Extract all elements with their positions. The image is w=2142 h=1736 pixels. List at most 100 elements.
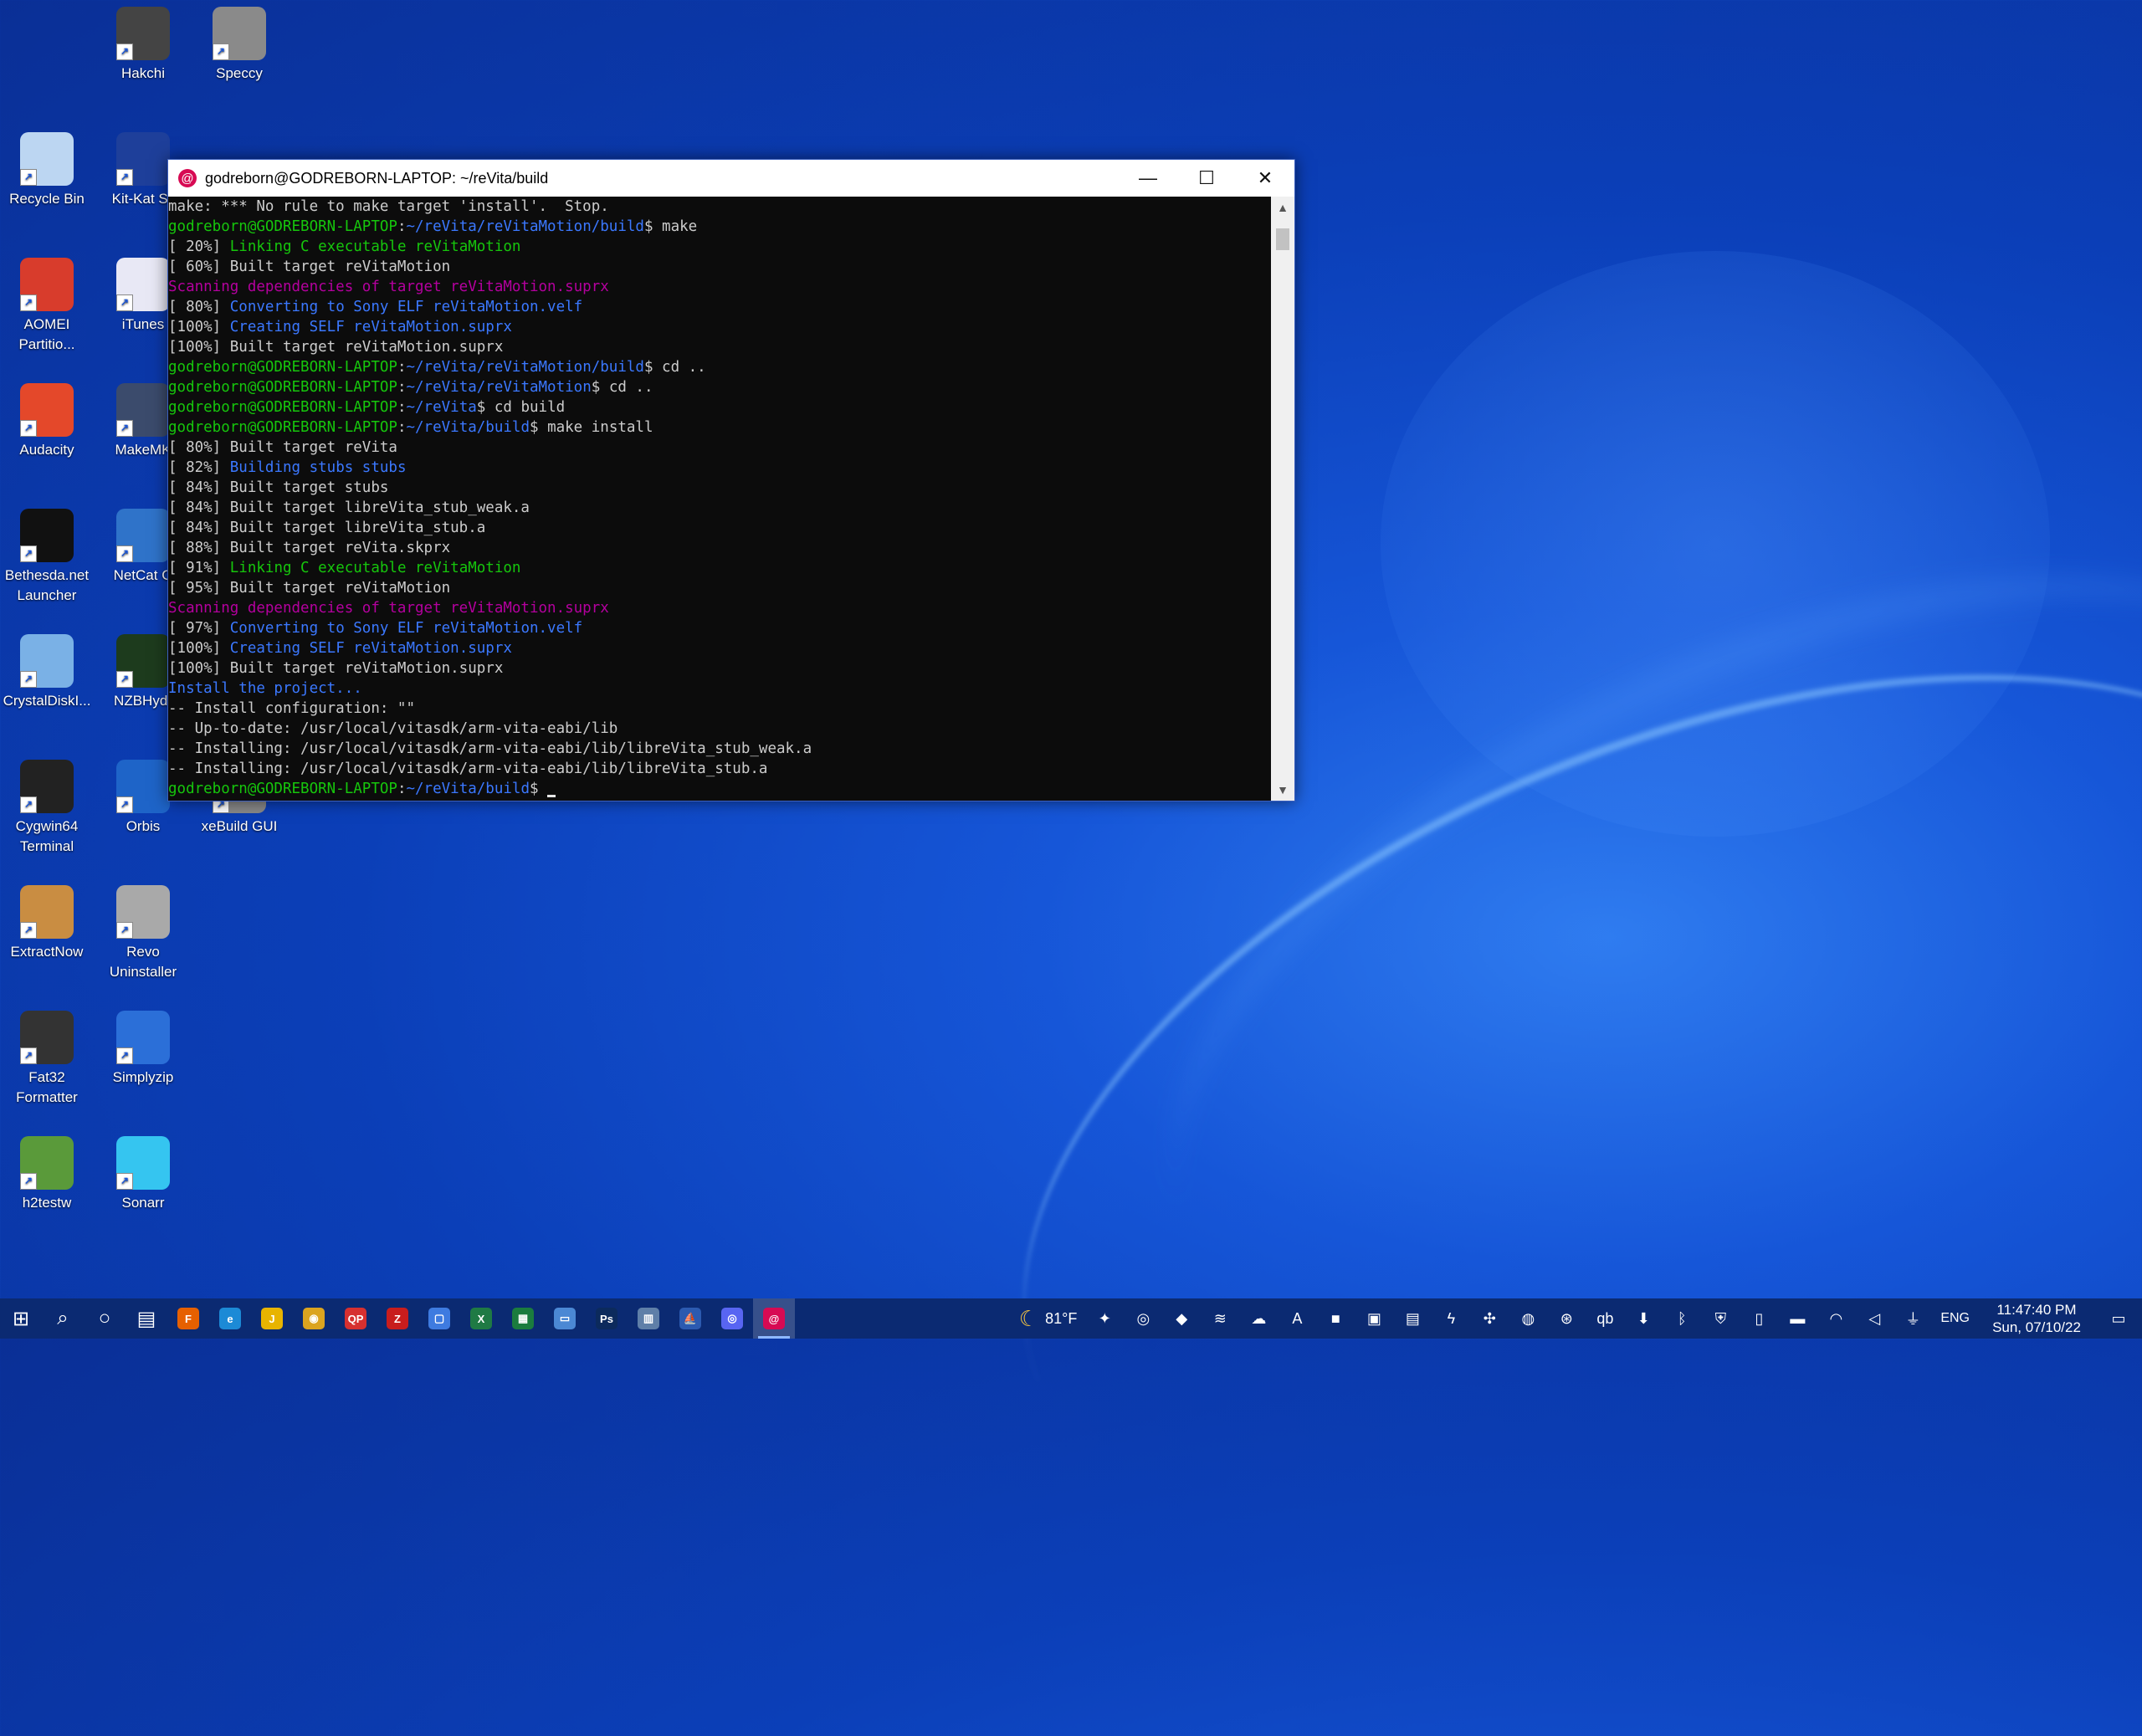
terminal-text-segment: godreborn@GODREBORN-LAPTOP (168, 419, 397, 436)
desktop-shortcut[interactable]: ↗ Simplyzip (96, 1011, 190, 1088)
discord-icon: ◎ (721, 1308, 743, 1329)
taskbar-app-button[interactable]: X (460, 1298, 502, 1339)
leaf-tray-icon[interactable]: ✦ (1085, 1298, 1124, 1339)
terminal-titlebar[interactable]: @ godreborn@GODREBORN-LAPTOP: ~/reVita/b… (168, 160, 1294, 197)
docker-tray-icon[interactable]: ≋ (1201, 1298, 1239, 1339)
lifebuoy-tray-icon[interactable]: ⊛ (1547, 1298, 1586, 1339)
terminal-text-segment: : (397, 419, 407, 436)
taskbar-app-button[interactable]: ○ (84, 1298, 126, 1339)
nvidia-tray-icon[interactable]: ◆ (1162, 1298, 1201, 1339)
shortcut-arrow-icon: ↗ (116, 1047, 133, 1064)
defender-tray-icon[interactable]: ⛨ (1701, 1298, 1740, 1339)
desktop-shortcut-label: ExtractNow (10, 944, 84, 960)
terminal-text-segment: godreborn@GODREBORN-LAPTOP (168, 218, 397, 235)
usb-tray-icon[interactable]: ⏚ (1893, 1298, 1932, 1339)
wifi-tray-icon[interactable]: ◠ (1817, 1298, 1855, 1339)
desktop-shortcut[interactable]: ↗ Revo Uninstaller (96, 885, 190, 982)
shortcut-arrow-icon: ↗ (213, 44, 229, 60)
taskbar-app-button[interactable]: ⛵ (669, 1298, 711, 1339)
shortcut-arrow-icon: ↗ (20, 1047, 37, 1064)
onedrive-tray-icon[interactable]: ☁ (1239, 1298, 1278, 1339)
taskbar-app-button[interactable]: ◉ (293, 1298, 335, 1339)
terminal-line: godreborn@GODREBORN-LAPTOP:~/reVita/reVi… (168, 377, 1271, 397)
desktop-shortcut[interactable]: ↗ Sonarr (96, 1136, 190, 1213)
taskbar-app-button[interactable]: ▤ (126, 1298, 167, 1339)
terminal-text-segment: Install the project... (168, 680, 362, 697)
terminal-text-segment: Scanning dependencies of target reVitaMo… (168, 600, 609, 617)
phone-tray-icon[interactable]: ▯ (1740, 1298, 1778, 1339)
taskbar-app-button[interactable]: ▥ (628, 1298, 669, 1339)
scroll-thumb[interactable] (1276, 228, 1289, 250)
terminal-text-segment: : (397, 379, 407, 396)
device-tray-icon[interactable]: ▤ (1393, 1298, 1432, 1339)
terminal-text-segment: [ 80%] (168, 299, 230, 315)
weather-widget[interactable]: ☾ 81°F (1011, 1306, 1086, 1332)
taskbar-app-button[interactable]: F (167, 1298, 209, 1339)
photoshop-icon: Ps (596, 1308, 617, 1329)
taskbar-app-button[interactable]: ▢ (418, 1298, 460, 1339)
desktop-shortcut[interactable]: ↗ AOMEI Partitio... (0, 258, 94, 355)
discord-tray-icon[interactable]: ◎ (1124, 1298, 1162, 1339)
terminal-scrollbar[interactable]: ▲ ▼ (1271, 197, 1294, 801)
download-tray-icon[interactable]: ⬇ (1624, 1298, 1663, 1339)
notification-icon[interactable]: ▭ (2095, 1298, 2142, 1339)
desktop-shortcut[interactable]: ↗ Speccy (192, 7, 286, 84)
scroll-up-arrow-icon[interactable]: ▲ (1271, 197, 1294, 218)
close-button[interactable]: ✕ (1236, 160, 1294, 197)
jdownloader-icon: J (261, 1308, 283, 1329)
taskbar-app-button[interactable]: Z (377, 1298, 418, 1339)
desktop-shortcut[interactable]: ↗ CrystalDiskI... (0, 634, 94, 711)
taskbar-app-button[interactable]: Ps (586, 1298, 628, 1339)
taskbar-app-button[interactable]: ▭ (544, 1298, 586, 1339)
ship-icon: ⛵ (679, 1308, 701, 1329)
terminal-line: [ 95%] Built target reVitaMotion (168, 578, 1271, 598)
system-tray: ☾ 81°F ✦ ◎ ◆ ≋ ☁ A ■ ▣ ▤ ϟ ✣ ◍ ⊛ qb ⬇ ᛒ ⛨ ▯ ▬ ◠ ◁ ⏚ ENG 11:47… (1011, 1298, 2142, 1339)
font-tray-icon[interactable]: A (1278, 1298, 1316, 1339)
drive-tray-icon[interactable]: ▣ (1355, 1298, 1393, 1339)
taskbar-app-button[interactable]: e (209, 1298, 251, 1339)
taskbar-app-button[interactable]: QP (335, 1298, 377, 1339)
desktop-shortcut[interactable]: ↗ ExtractNow (0, 885, 94, 962)
taskbar-app-button[interactable]: @ (753, 1298, 795, 1339)
terminal-output[interactable]: make: *** No rule to make target 'instal… (168, 197, 1271, 801)
terminal-text-segment: [ 91%] (168, 560, 230, 576)
volume-tray-icon[interactable]: ◁ (1855, 1298, 1893, 1339)
terminal-text-segment: $ make (643, 218, 698, 235)
desktop-shortcut[interactable]: ↗ Fat32 Formatter (0, 1011, 94, 1108)
battery-tray-icon[interactable]: ▬ (1778, 1298, 1817, 1339)
terminal-text-segment: [100%] Built target reVitaMotion.suprx (168, 660, 504, 677)
input-language[interactable]: ENG (1932, 1311, 1978, 1326)
desktop-shortcut[interactable]: ↗ Recycle Bin (0, 132, 94, 209)
taskbar-app-button[interactable]: ◎ (711, 1298, 753, 1339)
terminal-line: [ 60%] Built target reVitaMotion (168, 257, 1271, 277)
terminal-line: [ 97%] Converting to Sony ELF reVitaMoti… (168, 618, 1271, 638)
desktop-shortcut[interactable]: ↗ Hakchi (96, 7, 190, 84)
desktop-shortcut[interactable]: ↗ Bethesda.net Launcher (0, 509, 94, 606)
kit-kat-slim-icon: ↗ (116, 132, 170, 186)
taskbar-app-button[interactable]: ⌕ (42, 1298, 84, 1339)
red-app-tray-icon[interactable]: ■ (1316, 1298, 1355, 1339)
terminal-text-segment: Linking C executable reVitaMotion (229, 560, 521, 576)
maximize-button[interactable]: ☐ (1177, 160, 1236, 197)
lightning-tray-icon[interactable]: ϟ (1432, 1298, 1470, 1339)
audacity-icon: ↗ (20, 383, 74, 437)
hakchi-icon: ↗ (116, 7, 170, 60)
terminal-text-segment: [ 60%] Built target reVitaMotion (168, 259, 451, 275)
desktop-shortcut-label: Audacity (19, 442, 74, 458)
terminal-text-segment: -- Installing: /usr/local/vitasdk/arm-vi… (168, 740, 812, 757)
taskbar-clock[interactable]: 11:47:40 PM Sun, 07/10/22 (1978, 1301, 2095, 1336)
taskbar-app-button[interactable]: J (251, 1298, 293, 1339)
terminal-text-segment: ~/reVita/reVitaMotion/build (406, 218, 644, 235)
bluetooth-tray-icon[interactable]: ᛒ (1663, 1298, 1701, 1339)
steam-tray-icon[interactable]: ◍ (1509, 1298, 1547, 1339)
sync-tray-icon[interactable]: ✣ (1470, 1298, 1509, 1339)
desktop-shortcut[interactable]: ↗ Cygwin64 Terminal (0, 760, 94, 857)
desktop-shortcut[interactable]: ↗ Audacity (0, 383, 94, 460)
qb-tray-icon[interactable]: qb (1586, 1298, 1624, 1339)
desktop-shortcut[interactable]: ↗ h2testw (0, 1136, 94, 1213)
taskbar-app-button[interactable]: ▦ (502, 1298, 544, 1339)
minimize-button[interactable]: — (1119, 160, 1177, 197)
taskbar-app-button[interactable]: ⊞ (0, 1298, 42, 1339)
terminal-window[interactable]: @ godreborn@GODREBORN-LAPTOP: ~/reVita/b… (167, 159, 1295, 801)
scroll-down-arrow-icon[interactable]: ▼ (1271, 779, 1294, 801)
